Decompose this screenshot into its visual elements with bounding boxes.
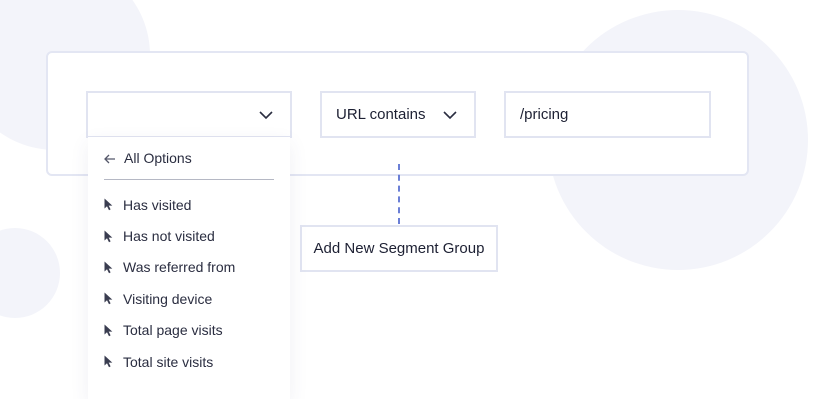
add-segment-group-label: Add New Segment Group — [313, 240, 485, 257]
option-total-site-visits[interactable]: Total site visits — [104, 346, 235, 377]
option-label: Was referred from — [123, 259, 236, 276]
attribute-select[interactable] — [86, 91, 292, 138]
condition-select[interactable]: URL contains — [320, 91, 476, 138]
background-blob — [0, 228, 60, 318]
cursor-pointer-icon — [104, 324, 113, 336]
value-input-text: /pricing — [520, 106, 569, 123]
add-segment-group-button[interactable]: Add New Segment Group — [300, 225, 498, 272]
option-has-visited[interactable]: Has visited — [104, 189, 235, 220]
option-label: Has not visited — [123, 228, 215, 245]
all-options-back-link[interactable]: All Options — [104, 150, 274, 180]
chevron-down-icon — [443, 111, 457, 120]
cursor-pointer-icon — [104, 292, 113, 305]
condition-select-label: URL contains — [336, 106, 426, 123]
all-options-label: All Options — [124, 150, 192, 166]
chevron-down-icon — [259, 111, 273, 120]
options-dropdown: All Options Has visited Has not visited … — [88, 137, 290, 399]
option-visiting-device[interactable]: Visiting device — [104, 283, 235, 314]
option-label: Total page visits — [123, 322, 223, 339]
option-label: Has visited — [123, 196, 192, 213]
option-label: Total site visits — [123, 353, 214, 370]
connector-line — [398, 164, 400, 224]
cursor-pointer-icon — [104, 355, 113, 368]
arrow-left-icon — [104, 154, 115, 164]
option-was-referred-from[interactable]: Was referred from — [104, 252, 235, 283]
cursor-pointer-icon — [104, 261, 113, 274]
option-label: Visiting device — [123, 290, 213, 307]
options-list: Has visited Has not visited Was referred… — [104, 189, 235, 377]
option-total-page-visits[interactable]: Total page visits — [104, 315, 235, 346]
cursor-pointer-icon — [104, 198, 113, 211]
option-has-not-visited[interactable]: Has not visited — [104, 220, 235, 251]
cursor-pointer-icon — [104, 230, 113, 242]
value-input[interactable]: /pricing — [504, 91, 711, 138]
